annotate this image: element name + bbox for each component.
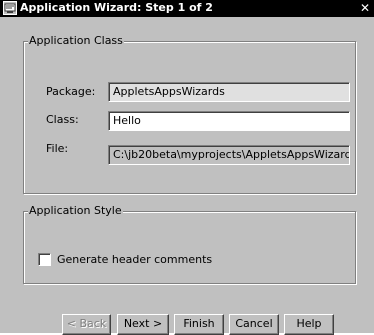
title-bar[interactable]: Application Wizard: Step 1 of 2 ✕ (0, 0, 374, 17)
back-button[interactable]: < Back (62, 314, 111, 335)
help-button[interactable]: Help (284, 314, 334, 335)
class-label: Class: (46, 113, 79, 126)
close-icon[interactable]: ✕ (358, 1, 372, 15)
header-comments-label[interactable]: Generate header comments (57, 253, 212, 267)
application-class-legend: Application Class (28, 34, 124, 48)
application-style-group: Application Style Generate header commen… (23, 204, 356, 284)
application-class-group: Application Class Package: AppletsAppsWi… (23, 34, 356, 194)
file-label: File: (46, 142, 69, 155)
header-comments-checkbox[interactable] (38, 253, 51, 266)
cancel-button[interactable]: Cancel (229, 314, 279, 335)
next-button[interactable]: Next > (117, 314, 169, 335)
class-field[interactable]: Hello (108, 111, 350, 131)
application-wizard-dialog: Application Wizard: Step 1 of 2 ✕ Applic… (0, 0, 374, 335)
file-field: C:\jb20beta\myprojects\AppletsAppsWizard… (108, 145, 350, 165)
package-label: Package: (46, 85, 96, 98)
finish-button[interactable]: Finish (174, 314, 224, 335)
window-title: Application Wizard: Step 1 of 2 (20, 1, 213, 14)
package-field[interactable]: AppletsAppsWizards (108, 82, 350, 102)
wizard-app-icon (3, 1, 17, 15)
application-style-legend: Application Style (28, 204, 123, 218)
